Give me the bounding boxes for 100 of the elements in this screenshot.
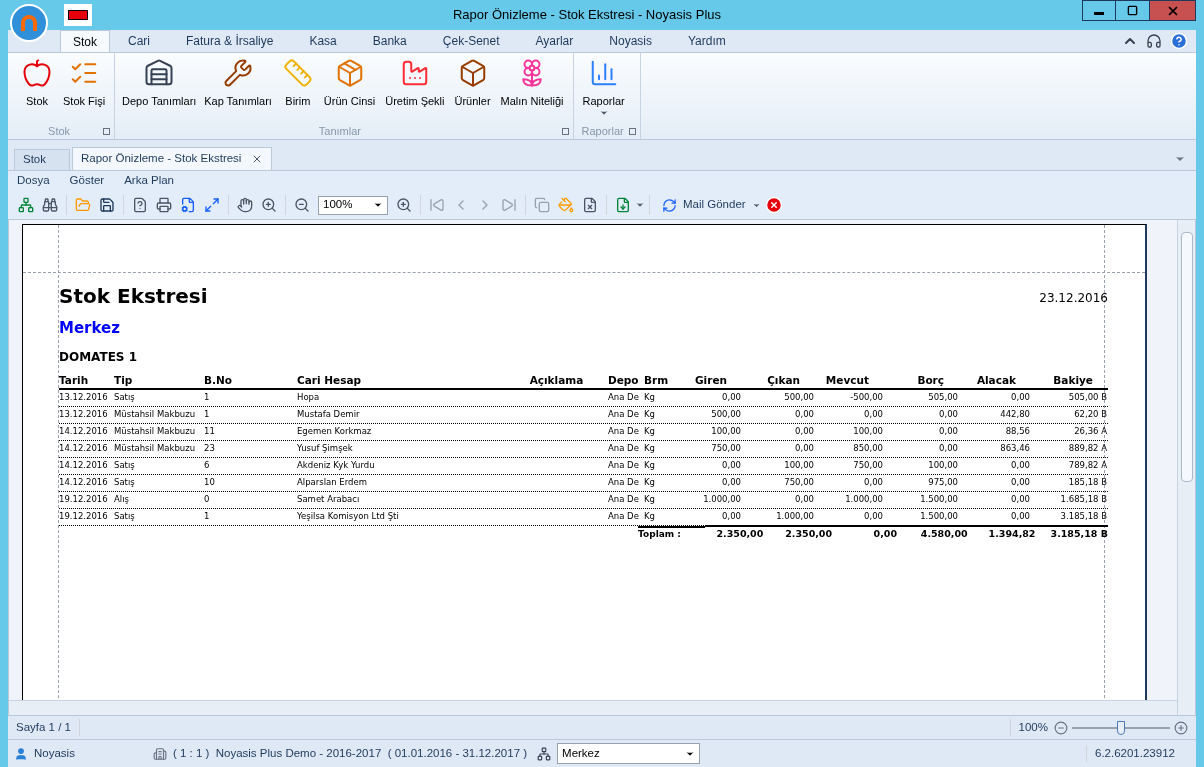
table-cell-text: 14.12.2016 bbox=[59, 476, 109, 489]
ribbon-tab[interactable]: Ayarlar bbox=[517, 30, 592, 52]
table-cell-text: 442,80 bbox=[999, 408, 1030, 421]
horizontal-scrollbar[interactable] bbox=[9, 700, 1177, 715]
zoom-in-icon[interactable] bbox=[1174, 720, 1188, 735]
total-cell: 2.350,00 bbox=[763, 525, 833, 542]
table-cell-text: Hopa bbox=[297, 391, 321, 404]
table-cell-text: Satış bbox=[114, 459, 136, 472]
table-cell-text: 19.12.2016 bbox=[59, 493, 109, 506]
ribbon-tab[interactable]: Fatura & İrsaliye bbox=[168, 30, 292, 52]
table-cell-text: Kg bbox=[644, 442, 656, 455]
table-cell-text: 1 bbox=[204, 510, 211, 523]
column-header: B.No bbox=[204, 372, 233, 388]
ribbon-tab[interactable]: Noyasis bbox=[591, 30, 670, 52]
hierarchy-icon bbox=[537, 746, 552, 761]
ribbon-button[interactable]: Raporlar bbox=[577, 58, 630, 118]
zoom-percent: 100% bbox=[1009, 718, 1048, 737]
vertical-scrollbar[interactable] bbox=[1177, 220, 1195, 715]
app-logo-icon[interactable] bbox=[10, 4, 48, 42]
table-cell-text: 100,00 bbox=[710, 425, 741, 438]
minimize-icon bbox=[1094, 11, 1104, 15]
table-cell-text: 0,00 bbox=[794, 442, 814, 455]
total-cell: 4.580,00 bbox=[897, 525, 968, 542]
table-cell-text: 505,00 bbox=[927, 391, 958, 404]
ribbon-tab[interactable]: Cari bbox=[110, 30, 169, 52]
column-header: Borç bbox=[916, 372, 945, 388]
ruler-icon bbox=[282, 58, 313, 88]
table-cell-text: Satış bbox=[114, 391, 136, 404]
ribbon-button[interactable]: Stok bbox=[16, 58, 58, 108]
table-cell-text: 3.185,18 B bbox=[1059, 510, 1107, 523]
table-cell-text: 100,00 bbox=[852, 425, 883, 438]
table-cell-text: 0,00 bbox=[1010, 493, 1030, 506]
ribbon-button[interactable]: Kap Tanımları bbox=[199, 58, 277, 108]
column-header: Giren bbox=[694, 372, 728, 388]
report-date: 23.12.2016 bbox=[1039, 290, 1108, 307]
ribbon-tab[interactable]: Banka bbox=[354, 30, 425, 52]
ribbon-button[interactable]: Birim bbox=[276, 58, 319, 108]
help-icon[interactable] bbox=[1170, 32, 1188, 50]
group-launcher-icon[interactable] bbox=[561, 127, 569, 135]
menu-item[interactable]: Göster bbox=[69, 172, 105, 190]
column-header: Alacak bbox=[975, 372, 1017, 388]
ribbon-button[interactable]: Depo Tanımları bbox=[119, 58, 200, 108]
table-cell-text: 0,00 bbox=[721, 510, 741, 523]
ribbon-tab[interactable]: Yardım bbox=[670, 30, 744, 52]
minimize-button[interactable] bbox=[1082, 0, 1116, 21]
column-header: Mevcut bbox=[824, 372, 870, 388]
maximize-icon bbox=[1127, 5, 1138, 16]
refresh-icon bbox=[662, 197, 677, 213]
table-cell-text: Kg bbox=[644, 476, 656, 489]
ribbon-tab[interactable]: Kasa bbox=[291, 30, 355, 52]
table-cell-text: 975,00 bbox=[927, 476, 958, 489]
document-tab[interactable]: Rapor Önizleme - Stok Ekstresi bbox=[72, 147, 273, 170]
column-header: Açıklama bbox=[528, 372, 585, 388]
table-cell-text: 0 bbox=[204, 493, 211, 506]
table-cell-text: 0,00 bbox=[721, 459, 741, 472]
headset-icon[interactable] bbox=[1146, 33, 1162, 49]
branch-name: Merkez bbox=[59, 318, 121, 339]
column-header: Bakiye bbox=[1052, 372, 1094, 388]
ribbon-button[interactable]: Malın Niteliği bbox=[495, 58, 569, 108]
quick-access-button[interactable] bbox=[64, 4, 92, 26]
slider-thumb[interactable] bbox=[1117, 720, 1125, 735]
table-cell-text: Müstahsil Makbuzu bbox=[114, 442, 197, 455]
table-cell-text: Satış bbox=[114, 510, 136, 523]
table-cell-text: Kg bbox=[644, 510, 656, 523]
zoom-out-icon[interactable] bbox=[1054, 720, 1068, 735]
group-launcher-icon[interactable] bbox=[103, 127, 111, 135]
ribbon-tab[interactable]: Çek-Senet bbox=[424, 30, 518, 52]
table-cell-text: 500,00 bbox=[710, 408, 741, 421]
ribbon-button[interactable]: Üretim Şekli bbox=[380, 58, 450, 108]
company-info: ( 1 : 1 ) Noyasis Plus Demo - 2016-2017 ( 01.01.2016 - 31.12.2017 ) bbox=[172, 745, 528, 761]
caret-icon[interactable] bbox=[635, 200, 645, 210]
user-icon bbox=[14, 746, 28, 761]
table-cell-text: 0,00 bbox=[721, 391, 741, 404]
table-cell-text: Akdeniz Kyk Yurdu bbox=[297, 459, 376, 472]
table-cell-text: Müstahsil Makbuzu bbox=[114, 425, 197, 438]
zoom-combo[interactable]: 100% bbox=[318, 195, 388, 215]
table-cell-text: 0,00 bbox=[938, 442, 958, 455]
table-cell-text: Ana De bbox=[608, 476, 640, 489]
ribbon-button[interactable]: Ürünler bbox=[449, 58, 496, 108]
zoom-slider[interactable] bbox=[1072, 720, 1170, 735]
ribbon-button[interactable]: Ürün Cinsi bbox=[318, 58, 381, 108]
close-preview-icon[interactable] bbox=[764, 196, 783, 214]
group-launcher-icon[interactable] bbox=[628, 127, 636, 135]
mail-send-button[interactable]: Mail Gönder bbox=[662, 196, 761, 214]
table-cell-text: 505,00 B bbox=[1067, 391, 1107, 404]
table-cell-text: 1.500,00 bbox=[919, 510, 958, 523]
total-cell: 1.394,82 bbox=[967, 525, 1036, 542]
table-cell-text: 0,00 bbox=[721, 476, 741, 489]
user-name: Noyasis bbox=[34, 745, 75, 761]
menu-item[interactable]: Arka Plan bbox=[124, 172, 174, 190]
table-cell-text: Ana De bbox=[608, 493, 640, 506]
ribbon-tab[interactable]: Stok bbox=[60, 30, 110, 52]
branch-select[interactable]: Merkez bbox=[557, 743, 701, 764]
menu-item[interactable]: Dosya bbox=[17, 172, 50, 190]
ribbon-button[interactable]: Stok Fişi bbox=[58, 58, 111, 108]
document-tab[interactable]: Stok bbox=[14, 149, 70, 170]
table-cell-text: 14.12.2016 bbox=[59, 442, 109, 455]
warehouse-icon bbox=[144, 58, 175, 88]
table-cell-text: 889,82 A bbox=[1067, 442, 1107, 455]
table-cell-text: 0,00 bbox=[863, 510, 883, 523]
